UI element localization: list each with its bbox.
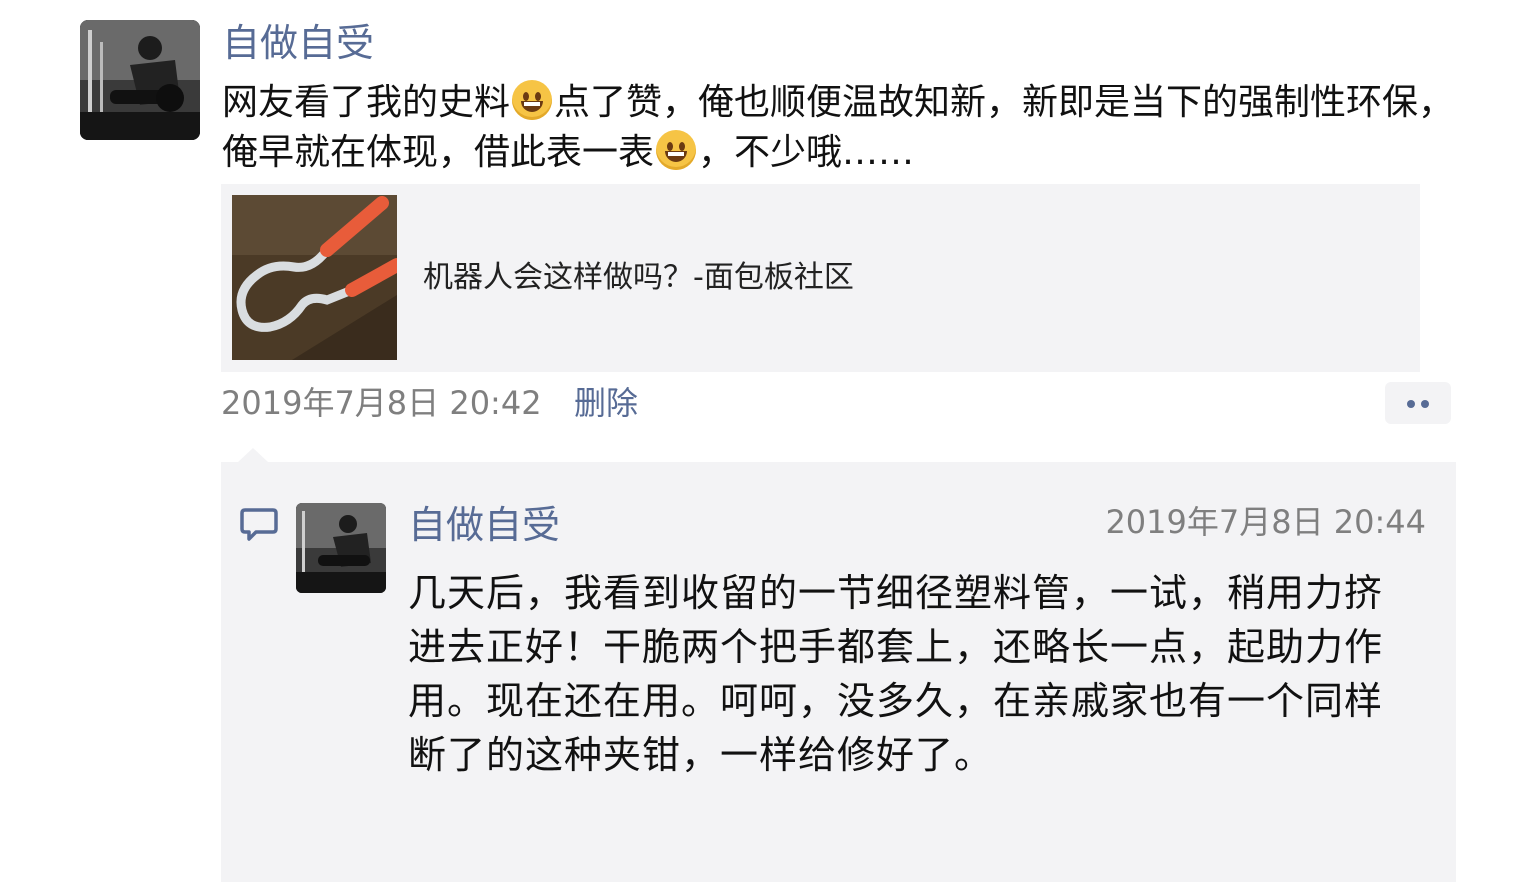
shared-link-card[interactable]: 机器人会这样做吗？-面包板社区 [221, 184, 1420, 372]
post-text-part1: 网友看了我的史料 [222, 82, 511, 123]
grinning-face-emoji-icon [512, 80, 553, 120]
comment-box-arrow [238, 448, 268, 462]
comment-icon [240, 508, 278, 541]
link-thumbnail [232, 195, 397, 360]
grinning-face-emoji-icon [656, 130, 697, 170]
comment-avatar[interactable] [296, 503, 386, 593]
post-timestamp: 2019年7月8日 20:42 [221, 384, 542, 422]
delete-button[interactable]: 删除 [574, 380, 638, 426]
dot-icon [1407, 400, 1415, 408]
post-text: 网友看了我的史料 点了赞，俺也顺便温故知新，新即是当下的强制性环保，俺早就在体现，… [222, 78, 1462, 178]
avatar-photo [80, 20, 200, 140]
post-avatar[interactable] [80, 20, 200, 140]
comment-author-name[interactable]: 自做自受 [408, 500, 560, 550]
avatar-photo [296, 503, 386, 593]
more-options-button[interactable] [1385, 382, 1451, 424]
comment-timestamp: 2019年7月8日 20:44 [1105, 503, 1426, 541]
link-title: 机器人会这样做吗？-面包板社区 [423, 260, 854, 295]
dot-icon [1421, 400, 1429, 408]
post-author-name[interactable]: 自做自受 [222, 18, 374, 68]
post-text-part3: ，不少哦…… [698, 132, 915, 173]
comment-text: 几天后，我看到收留的一节细径塑料管，一试，稍用力挤进去正好！干脆两个把手都套上，… [408, 571, 1384, 777]
